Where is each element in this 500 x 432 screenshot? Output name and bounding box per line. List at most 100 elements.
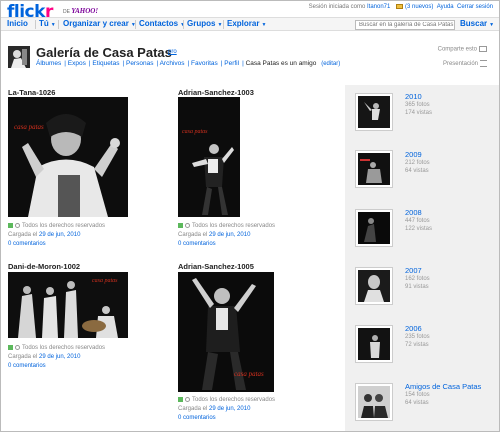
yahoo-byline: DE YAHOO! [63, 7, 98, 15]
nav-divider [135, 20, 136, 29]
upload-info: Cargada el 29 de jun, 2010 [8, 354, 80, 360]
photo-title[interactable]: Adrian-Sanchez-1005 [178, 262, 254, 271]
license-icon [178, 397, 183, 402]
comments-link[interactable]: 0 comentarios [178, 415, 216, 421]
set-title[interactable]: Amigos de Casa Patas [405, 382, 481, 391]
license-text: Todos los derechos reservados [192, 397, 276, 404]
account-bar: Sesión iniciada como Itanon71 (3 nuevos)… [309, 4, 493, 10]
photo-thumbnail[interactable]: casa patas [178, 272, 274, 392]
subnav-expos[interactable]: Expos [68, 60, 86, 67]
copyright-icon [185, 397, 190, 402]
subnav-archivos[interactable]: Archivos [160, 60, 185, 67]
subnav-etiquetas[interactable]: Etiquetas [92, 60, 119, 67]
share-icon [479, 46, 487, 52]
browser-page: flickr DE YAHOO! Sesión iniciada como It… [0, 0, 500, 432]
share-button[interactable]: Comparte esto [438, 46, 487, 53]
comments-link[interactable]: 0 comentarios [8, 241, 46, 247]
set-photo-count: 365 fotos [405, 102, 430, 108]
nav-grupos[interactable]: Grupos ▼ [187, 19, 222, 28]
set-thumbnail[interactable] [355, 209, 393, 247]
license-icon [178, 223, 183, 228]
license-text: Todos los derechos reservados [22, 223, 106, 230]
photo-thumbnail[interactable]: casa patas [8, 97, 128, 217]
comments-link[interactable]: 0 comentarios [8, 363, 46, 369]
logout-link[interactable]: Cerrar sesión [457, 4, 493, 10]
set-photo-count: 447 fotos [405, 218, 430, 224]
copyright-icon [15, 345, 20, 350]
search-input[interactable] [355, 20, 455, 30]
upload-date-link[interactable]: 29 de jun, 2010 [209, 232, 250, 238]
edit-link[interactable]: (editar) [321, 61, 340, 67]
yahoo-logo: YAHOO! [71, 7, 99, 15]
subnav-personas[interactable]: Personas [126, 60, 153, 67]
set-title[interactable]: 2008 [405, 208, 422, 217]
watermark: casa patas [14, 123, 44, 131]
set-view-count: 64 vistas [405, 168, 429, 174]
photo-title[interactable]: Dani-de-Moron-1002 [8, 262, 80, 271]
set-title[interactable]: 2010 [405, 92, 422, 101]
search-button[interactable]: Buscar ▼ [460, 19, 494, 28]
nav-tu[interactable]: Tú ▼ [39, 19, 56, 28]
mail-icon[interactable] [396, 4, 404, 9]
watermark: casa patas [182, 129, 208, 135]
set-thumbnail[interactable] [355, 325, 393, 363]
chevron-down-icon[interactable]: ▼ [261, 22, 266, 28]
chevron-down-icon[interactable]: ▼ [217, 22, 222, 28]
set-thumbnail[interactable] [355, 150, 393, 188]
photo-thumbnail[interactable]: casa patas [178, 97, 240, 217]
set-title[interactable]: 2007 [405, 266, 422, 275]
set-view-count: 91 vistas [405, 284, 429, 290]
set-title[interactable]: 2009 [405, 150, 422, 159]
share-label: Comparte esto [437, 46, 477, 53]
page-title: Galería de Casa Patas [36, 45, 172, 60]
license-text: Todos los derechos reservados [22, 345, 106, 352]
nav-label: Contactos [139, 19, 179, 28]
set-thumbnail[interactable] [355, 93, 393, 131]
upload-prefix: Cargada el [178, 232, 208, 238]
license-icon [8, 345, 13, 350]
copyright-icon [185, 223, 190, 228]
username-link[interactable]: Itanon71 [367, 4, 390, 10]
pro-badge[interactable]: pro [168, 49, 177, 55]
subnav-perfil[interactable]: Perfil [224, 60, 239, 67]
set-title[interactable]: 2006 [405, 324, 422, 333]
photo-thumbnail[interactable]: casa patas [8, 272, 128, 338]
subnav-albumes[interactable]: Álbumes [36, 60, 61, 67]
profile-subnav: Álbumes | Expos | Etiquetas | Personas | Arc… [36, 60, 341, 67]
chevron-down-icon[interactable]: ▼ [51, 22, 56, 28]
set-photo-count: 154 fotos [405, 392, 430, 398]
nav-divider [35, 20, 36, 29]
nav-contactos[interactable]: Contactos▼ [139, 19, 185, 28]
slideshow-button[interactable]: Presentación [443, 60, 487, 67]
nav-organizar[interactable]: Organizar y crear ▼ [63, 19, 136, 28]
upload-date-link[interactable]: 29 de jun, 2010 [209, 406, 250, 412]
search-button-label: Buscar [460, 19, 488, 28]
upload-date-link[interactable]: 29 de jun, 2010 [39, 232, 80, 238]
upload-info: Cargada el 29 de jun, 2010 [178, 232, 250, 238]
help-link[interactable]: Ayuda [437, 4, 454, 10]
license-info: Todos los derechos reservados [178, 223, 275, 229]
upload-date-link[interactable]: 29 de jun, 2010 [39, 354, 80, 360]
photo-title[interactable]: La-Tana-1026 [8, 88, 55, 97]
chevron-down-icon[interactable]: ▼ [489, 22, 494, 28]
set-thumbnail[interactable] [355, 267, 393, 305]
mail-count-link[interactable]: (3 nuevos) [405, 4, 433, 10]
nav-label: Explorar [227, 19, 260, 28]
avatar[interactable] [8, 46, 30, 68]
nav-inicio[interactable]: Inicio [7, 19, 28, 28]
nav-explorar[interactable]: Explorar ▼ [227, 19, 266, 28]
photo-title[interactable]: Adrian-Sanchez-1003 [178, 88, 254, 97]
set-photo-count: 235 fotos [405, 334, 430, 340]
slideshow-label: Presentación [442, 61, 478, 68]
nav-label: Inicio [7, 19, 28, 28]
subnav-favoritas[interactable]: Favoritas [191, 60, 218, 67]
set-thumbnail[interactable] [355, 383, 393, 421]
nav-divider [183, 20, 184, 29]
comments-link[interactable]: 0 comentarios [178, 241, 216, 247]
nav-label: Organizar y crear [63, 19, 129, 28]
by-text: DE [63, 9, 70, 15]
friend-status: Casa Patas es un amigo [245, 60, 317, 67]
set-view-count: 174 vistas [405, 110, 433, 116]
upload-prefix: Cargada el [178, 406, 208, 412]
set-photo-count: 162 fotos [405, 276, 430, 282]
